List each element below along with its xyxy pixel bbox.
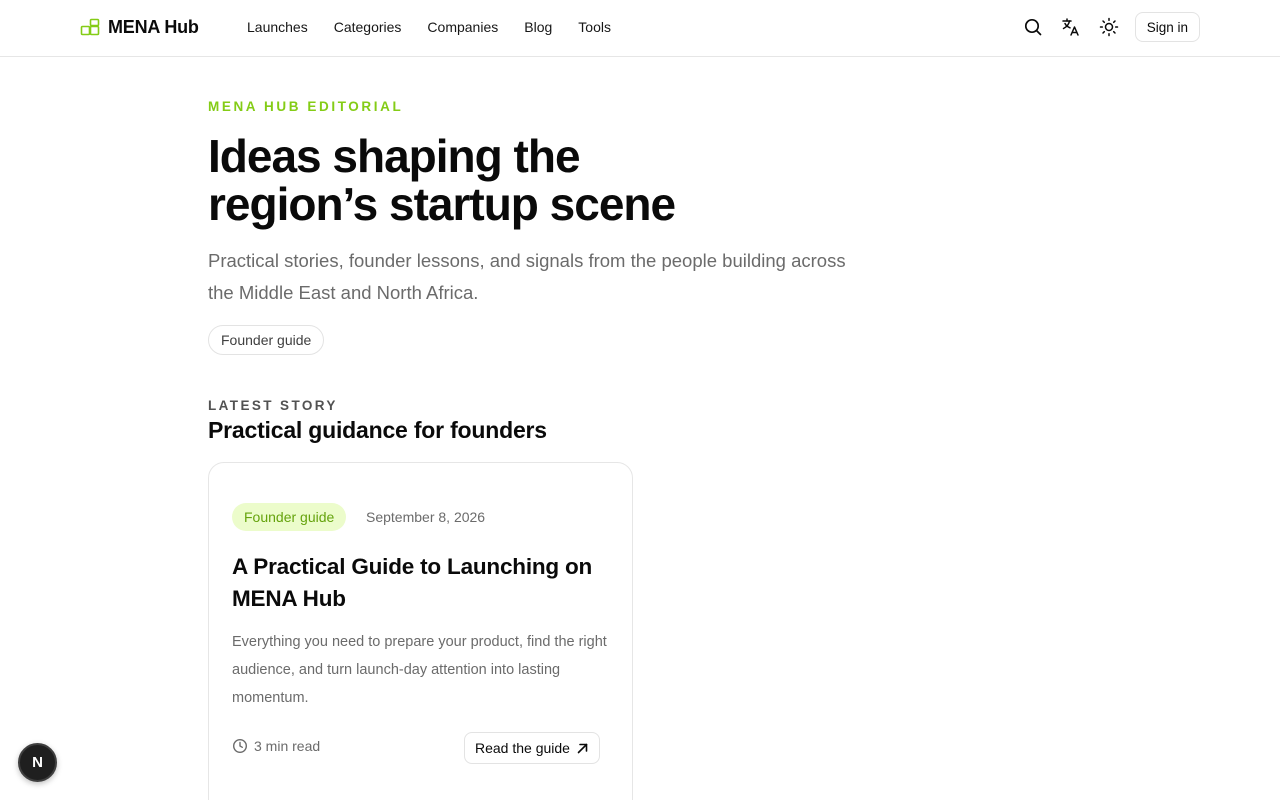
section-title: Practical guidance for founders [208, 417, 547, 443]
story-title[interactable]: A Practical Guide to Launching on MENA H… [232, 551, 612, 615]
nav-companies[interactable]: Companies [427, 19, 498, 35]
header-actions: Sign in [1021, 12, 1200, 42]
page-title-line-2: region’s startup scene [208, 178, 676, 230]
read-time: 3 min read [232, 738, 320, 754]
page-title: Ideas shaping the region’s startup scene [208, 132, 848, 228]
filter-pill-founder-guide[interactable]: Founder guide [208, 325, 325, 355]
publish-date: September 8, 2026 [366, 509, 486, 525]
section-label: LATEST STORY [208, 398, 338, 413]
page-title-line-1: Ideas shaping the [208, 130, 581, 182]
sun-icon [1099, 17, 1118, 37]
nav-blog[interactable]: Blog [524, 19, 552, 35]
language-button[interactable] [1059, 15, 1083, 39]
nav-launches[interactable]: Launches [247, 19, 308, 35]
hero-subtitle: Practical stories, founder lessons, and … [208, 250, 846, 303]
search-button[interactable] [1021, 15, 1045, 39]
dev-tools-badge[interactable]: N [18, 743, 57, 782]
theme-toggle-button[interactable] [1097, 15, 1121, 39]
brand-name: MENA Hub [108, 17, 199, 37]
sign-in-button[interactable]: Sign in [1134, 12, 1200, 42]
read-guide-label: Read the guide [475, 740, 570, 756]
brand-logo-link[interactable]: MENA Hub [80, 17, 199, 38]
read-guide-button[interactable]: Read the guide [464, 732, 600, 764]
story-description: Everything you need to prepare your prod… [232, 634, 607, 706]
hero-eyebrow: MENA HUB EDITORIAL [208, 99, 404, 114]
category-tag[interactable]: Founder guide [232, 503, 347, 531]
read-time-text: 3 min read [254, 738, 321, 754]
arrow-up-right-icon [577, 743, 588, 753]
logo-icon [80, 18, 100, 35]
nav-categories[interactable]: Categories [334, 19, 402, 35]
search-icon [1024, 18, 1042, 36]
top-header: MENA Hub Launches Categories Companies B… [0, 0, 1280, 57]
clock-icon [232, 738, 248, 754]
story-card[interactable]: Founder guide September 8, 2026 A Practi… [208, 462, 633, 800]
main-nav: Launches Categories Companies Blog Tools [247, 19, 637, 35]
translate-icon [1061, 18, 1079, 36]
nav-tools[interactable]: Tools [578, 19, 611, 35]
